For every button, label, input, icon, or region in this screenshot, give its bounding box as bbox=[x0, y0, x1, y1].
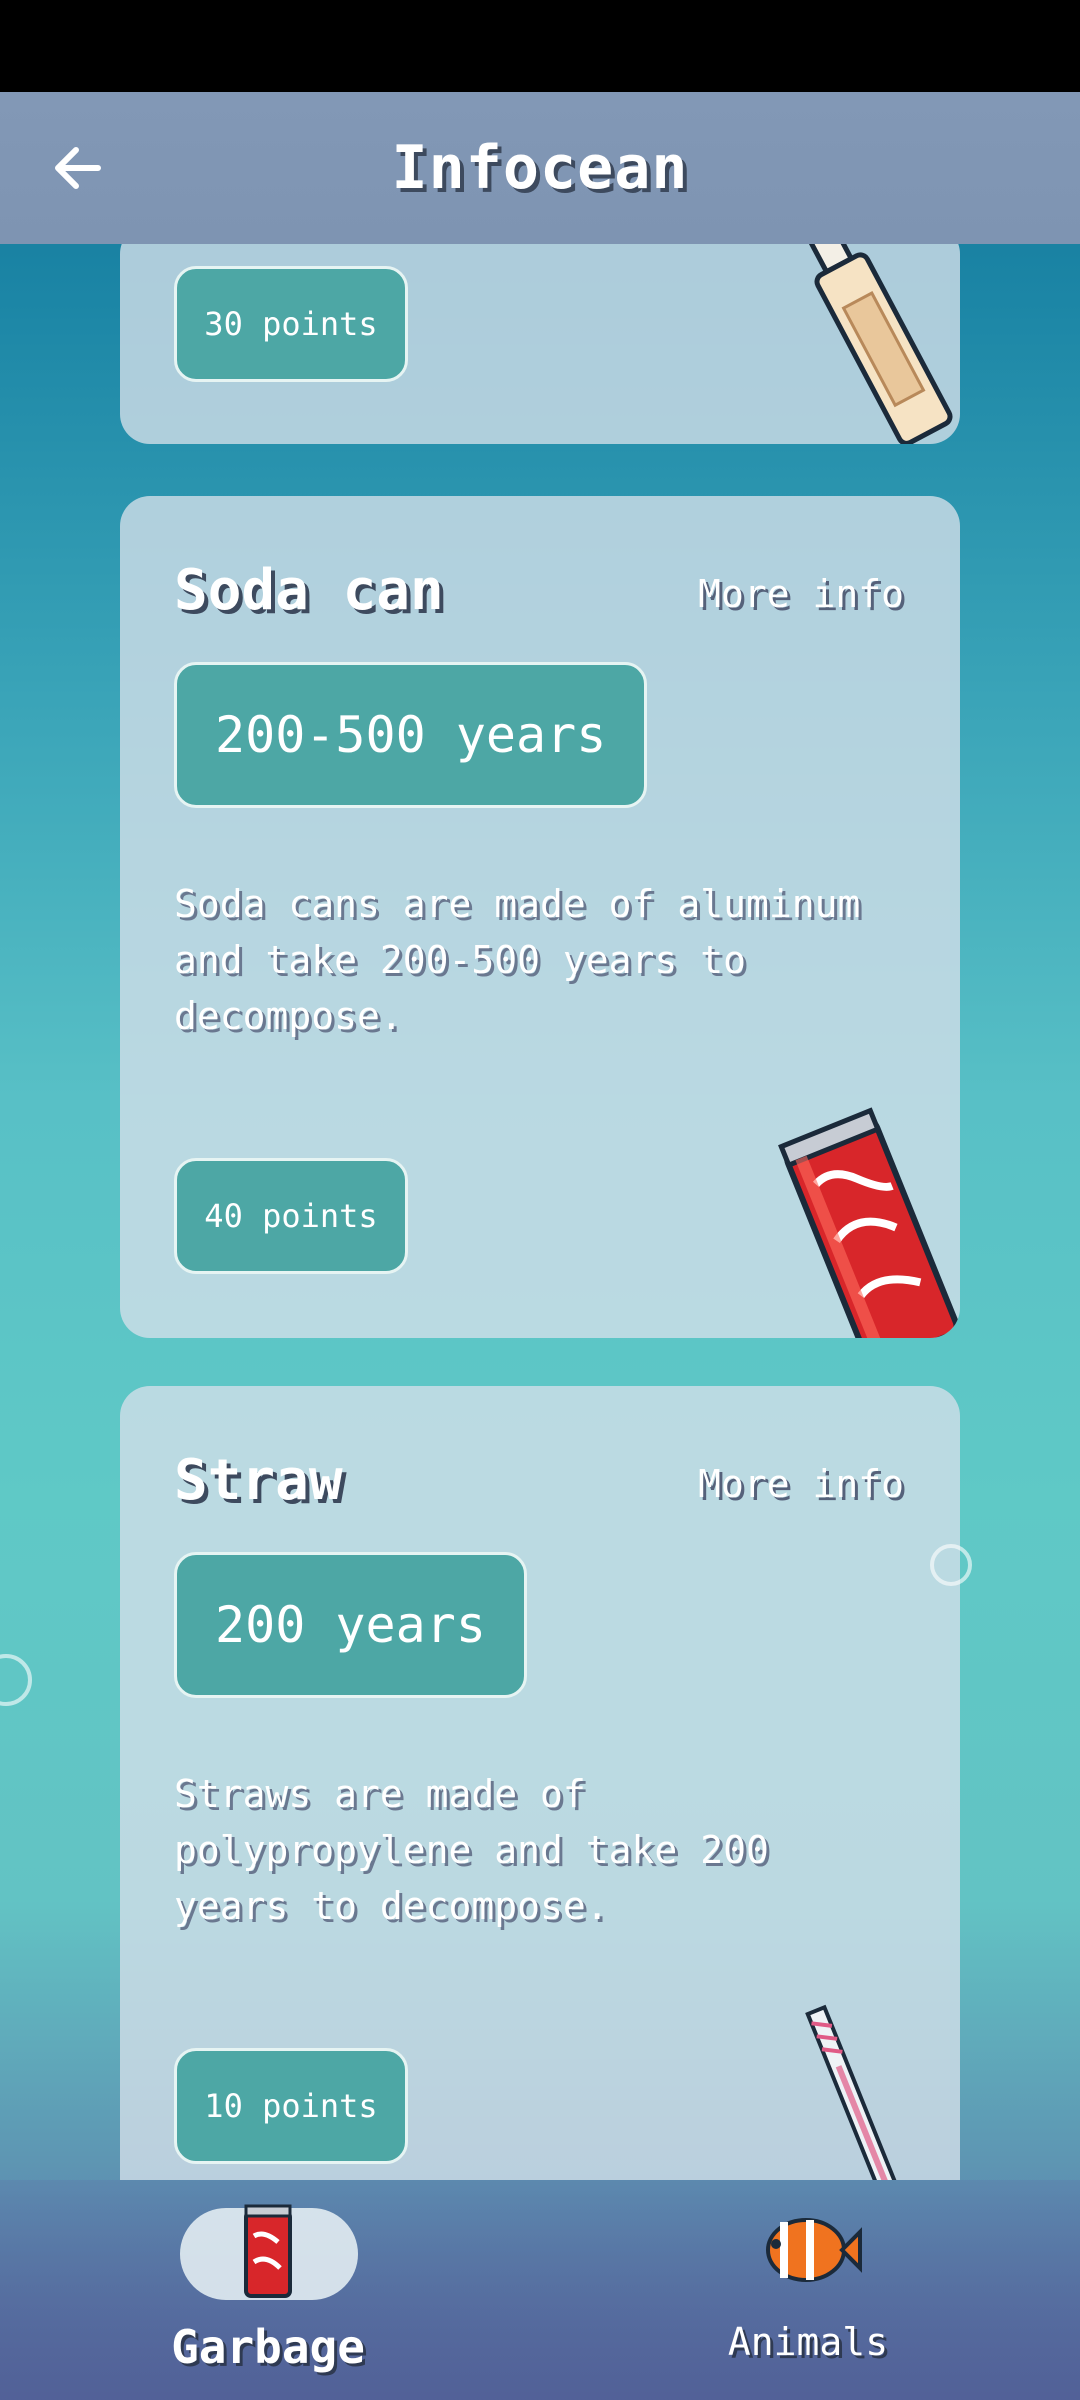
decompose-years-badge: 200-500 years bbox=[174, 662, 648, 808]
nav-label: Animals bbox=[727, 2320, 889, 2364]
card-description: Soda cans are made of aluminum and take … bbox=[174, 882, 861, 1038]
nav-label: Garbage bbox=[171, 2320, 365, 2374]
card-title: Straw bbox=[174, 1448, 343, 1513]
garbage-list[interactable]: 30 points Soda can More info 200-500 yea… bbox=[0, 244, 1080, 2180]
nav-item-animals[interactable]: Animals bbox=[658, 2180, 958, 2400]
bottom-navigation: Garbage Animals bbox=[0, 2180, 1080, 2400]
garbage-card-bottle: 30 points bbox=[120, 244, 960, 444]
more-info-link[interactable]: More info bbox=[698, 1462, 904, 1506]
garbage-card-straw: Straw More info 200 years Straws are mad… bbox=[120, 1386, 960, 2180]
app-title: Infocean bbox=[391, 133, 689, 203]
back-arrow-icon[interactable] bbox=[52, 142, 104, 194]
points-badge: 10 points bbox=[174, 2048, 408, 2164]
garbage-card-soda-can: Soda can More info 200-500 years Soda ca… bbox=[120, 496, 960, 1338]
soda-can-icon bbox=[778, 1107, 960, 1338]
clownfish-icon bbox=[766, 2218, 862, 2282]
straw-icon bbox=[805, 2004, 902, 2180]
bottle-icon bbox=[806, 244, 953, 444]
nav-item-garbage[interactable]: Garbage bbox=[118, 2180, 418, 2400]
card-description: Straws are made of polypropylene and tak… bbox=[174, 1772, 769, 1928]
bubble-decoration bbox=[930, 1544, 972, 1586]
card-title: Soda can bbox=[174, 558, 444, 623]
bubble-decoration bbox=[0, 1654, 32, 1706]
status-bar bbox=[0, 0, 1080, 92]
points-badge: 40 points bbox=[174, 1158, 408, 1274]
more-info-link[interactable]: More info bbox=[698, 572, 904, 616]
soda-can-icon bbox=[244, 2204, 292, 2298]
decompose-years-badge: 200 years bbox=[174, 1552, 527, 1698]
app-bar: Infocean bbox=[0, 92, 1080, 244]
points-badge: 30 points bbox=[174, 266, 408, 382]
